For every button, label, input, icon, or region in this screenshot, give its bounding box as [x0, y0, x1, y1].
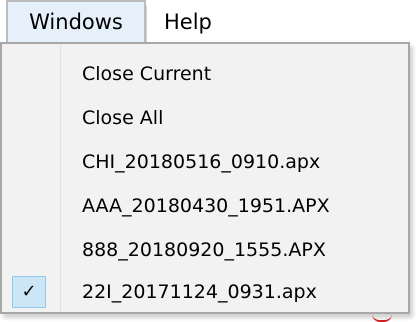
menu-item-window-888[interactable]: 888_20180920_1555.APX [2, 228, 408, 272]
application-window: Windows Help Close Current Close All CHI… [0, 0, 420, 322]
menu-item-label: CHI_20180516_0910.apx [82, 151, 321, 173]
menu-item-window-22i[interactable]: ✓ 22I_20171124_0931.apx [2, 270, 408, 314]
menu-item-label: Close All [82, 107, 164, 129]
menu-item-window-aaa[interactable]: AAA_20180430_1951.APX [2, 184, 408, 228]
windows-dropdown-menu: Close Current Close All CHI_20180516_091… [0, 42, 410, 314]
menu-item-window-chi[interactable]: CHI_20180516_0910.apx [2, 140, 408, 184]
menu-item-label: 22I_20171124_0931.apx [82, 281, 317, 303]
menu-item-close-current[interactable]: Close Current [2, 52, 408, 96]
menu-windows[interactable]: Windows [6, 0, 146, 44]
menu-item-label: Close Current [82, 63, 212, 85]
menu-item-label: AAA_20180430_1951.APX [82, 195, 330, 217]
menu-item-label: 888_20180920_1555.APX [82, 239, 326, 261]
menu-item-close-all[interactable]: Close All [2, 96, 408, 140]
background-red-mark [372, 314, 392, 322]
checkmark-icon: ✓ [12, 276, 46, 308]
menu-help[interactable]: Help [146, 0, 246, 44]
menu-bar: Windows Help [0, 0, 420, 44]
